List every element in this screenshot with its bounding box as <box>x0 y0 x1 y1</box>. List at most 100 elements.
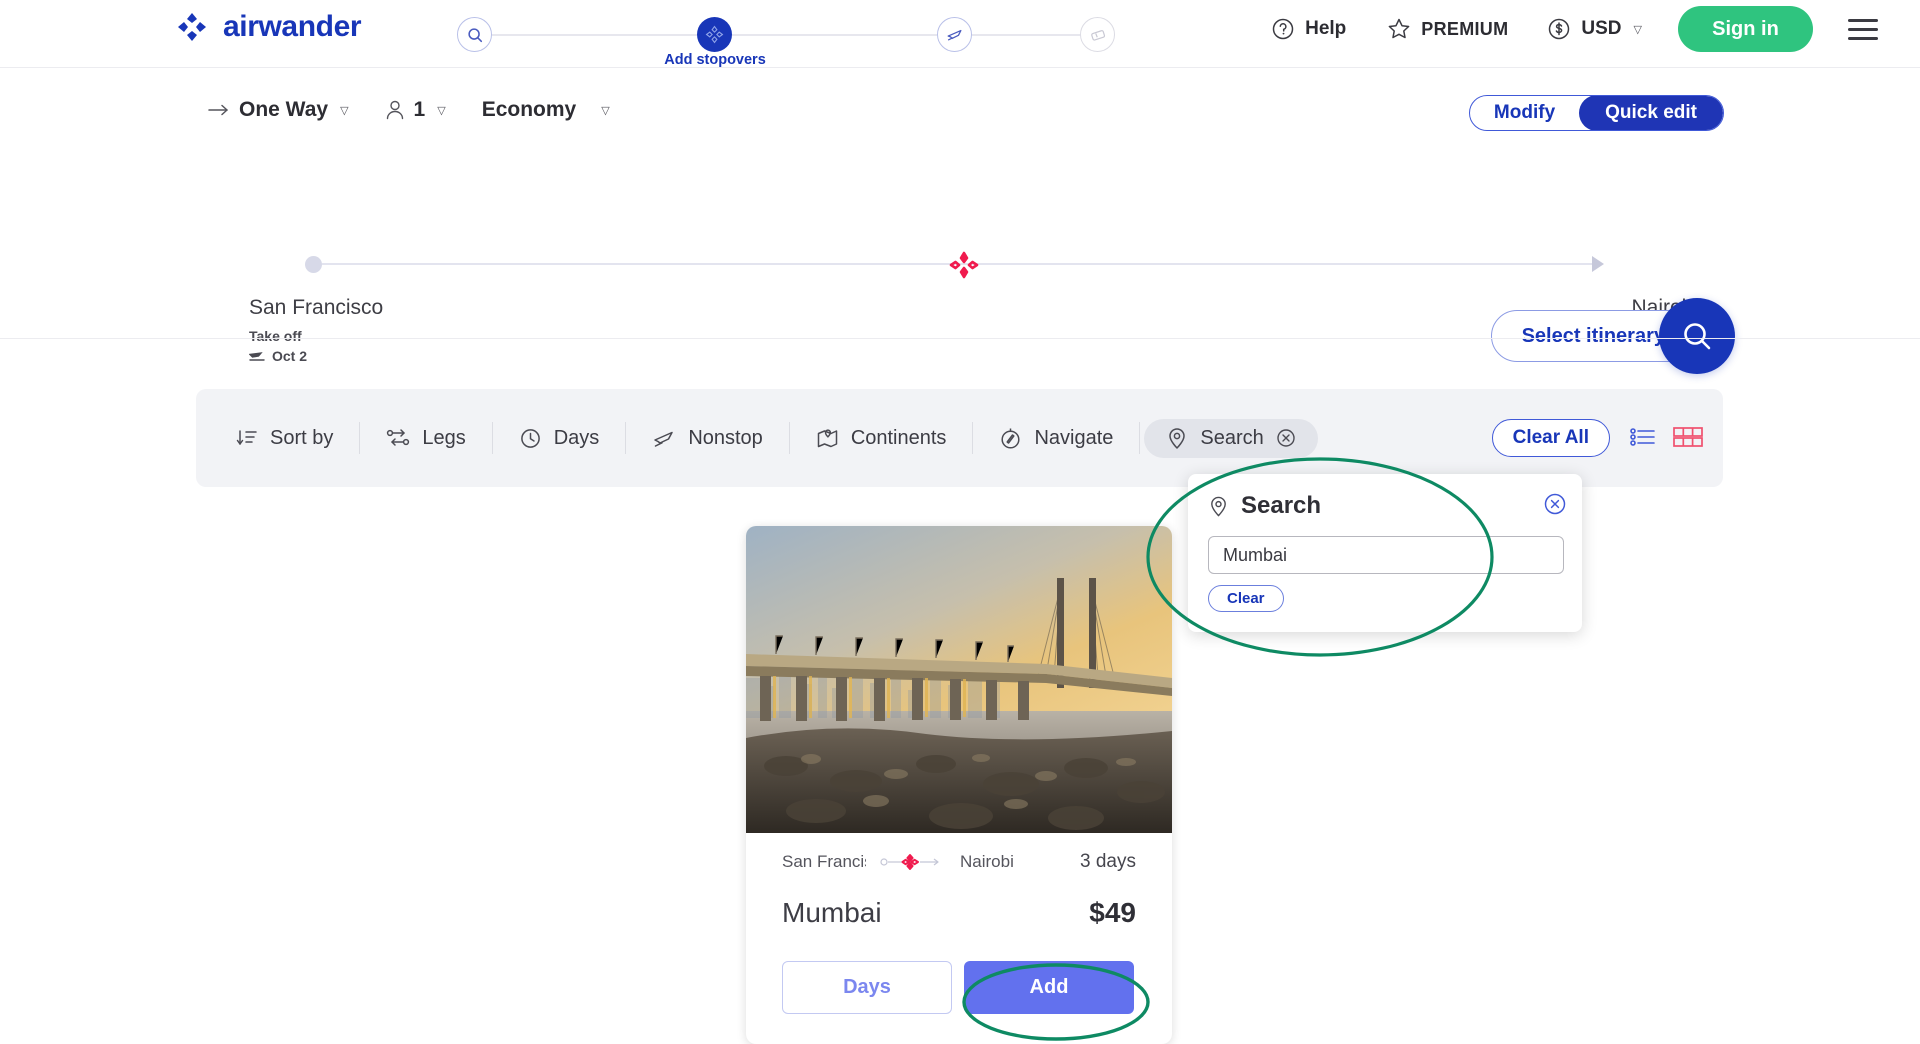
search-fab-button[interactable] <box>1659 298 1735 374</box>
filter-separator <box>625 422 627 454</box>
airplane-icon <box>652 427 676 450</box>
card-title-row: Mumbai $49 <box>782 897 1136 929</box>
nav-right-group: Help PREMIUM USD ▽ Sign in <box>1270 0 1920 58</box>
filter-days[interactable]: Days <box>497 419 622 458</box>
card-actions: Days Add <box>782 961 1136 1014</box>
filter-nonstop[interactable]: Nonstop <box>630 419 785 458</box>
sign-in-button[interactable]: Sign in <box>1678 6 1813 52</box>
stepper-line-2 <box>732 34 937 36</box>
person-icon <box>385 99 405 121</box>
chevron-down-icon: ▽ <box>601 104 610 117</box>
takeoff-info: Take off Oct 2 <box>249 328 307 364</box>
filter-navigate[interactable]: Navigate <box>977 419 1135 458</box>
card-city-name: Mumbai <box>782 897 882 928</box>
route-origin-label: San Francisco <box>249 296 384 319</box>
section-divider <box>0 338 1920 339</box>
card-route-summary: San Francis Nairobi 3 days <box>782 851 1136 873</box>
sort-icon <box>236 427 258 449</box>
stepper-step-flights[interactable] <box>937 17 972 52</box>
clock-icon <box>519 427 542 450</box>
stepper-step-booking[interactable] <box>1080 17 1115 52</box>
filter-separator <box>788 422 790 454</box>
filter-label: Days <box>553 426 600 449</box>
currency-label: USD <box>1581 18 1622 39</box>
takeoff-date: Oct 2 <box>272 348 308 364</box>
premium-label: PREMIUM <box>1421 18 1509 39</box>
currency-selector[interactable]: USD ▽ <box>1546 16 1642 42</box>
brand-name: airwander <box>223 10 362 43</box>
filter-search[interactable]: Search <box>1144 418 1318 458</box>
filter-legs[interactable]: Legs <box>364 419 487 458</box>
route-destination-arrow <box>1592 256 1604 272</box>
arrow-right-icon <box>208 103 230 117</box>
view-mode-toggles <box>1629 425 1703 449</box>
destination-photo <box>746 526 1172 833</box>
filter-separator <box>359 422 361 454</box>
stopover-result-card[interactable]: San Francis Nairobi 3 days Mumbai $49 Da… <box>746 526 1172 1044</box>
premium-button[interactable]: PREMIUM <box>1386 16 1508 42</box>
filter-items-group: Sort by Legs Days Nonstop Continents Nav… <box>214 389 1318 487</box>
chevron-down-icon: ▽ <box>1633 23 1642 36</box>
search-popover-title: Search <box>1241 492 1322 519</box>
takeoff-plane-icon <box>249 350 266 362</box>
filter-label: Navigate <box>1034 426 1114 449</box>
magnifier-icon <box>1679 318 1715 354</box>
clear-all-button[interactable]: Clear All <box>1491 419 1610 457</box>
trip-summary-section: One Way ▽ 1 ▽ Economy ▽ Modify Quick edi… <box>0 68 1920 364</box>
modify-button[interactable]: Modify <box>1470 96 1579 130</box>
ticket-icon <box>1089 26 1107 44</box>
progress-stepper: Add stopovers <box>455 8 1115 68</box>
search-clear-button[interactable]: Clear <box>1208 585 1284 612</box>
stepper-step-search[interactable] <box>457 17 492 52</box>
location-pin-icon <box>1166 427 1188 450</box>
location-pin-icon <box>1208 495 1229 518</box>
card-price: $49 <box>1089 897 1136 928</box>
search-popover-header: Search <box>1208 492 1321 520</box>
filter-separator <box>972 422 974 454</box>
filter-label: Legs <box>422 426 466 449</box>
brand-logo-link[interactable]: airwander <box>175 10 362 44</box>
trip-options-group: One Way ▽ 1 ▽ Economy ▽ <box>208 98 610 122</box>
stopover-diamond-icon <box>705 25 724 44</box>
filter-continents[interactable]: Continents <box>794 419 969 458</box>
card-add-button[interactable]: Add <box>964 961 1134 1014</box>
chevron-down-icon: ▽ <box>437 104 446 117</box>
close-icon[interactable] <box>1543 492 1567 516</box>
filter-label: Nonstop <box>688 426 763 449</box>
circle-x-icon[interactable] <box>1276 428 1296 448</box>
stepper-step-add-stopovers[interactable] <box>697 17 732 52</box>
edit-mode-toggle: Modify Quick edit <box>1468 95 1724 131</box>
stopover-diamond-marker-icon[interactable] <box>947 251 981 279</box>
card-days-button[interactable]: Days <box>782 961 952 1014</box>
filter-sort-by[interactable]: Sort by <box>214 419 355 458</box>
passenger-count-selector[interactable]: 1 ▽ <box>385 98 446 122</box>
help-button[interactable]: Help <box>1270 16 1346 42</box>
chevron-down-icon: ▽ <box>340 104 349 117</box>
card-destination: Nairobi <box>960 852 1014 871</box>
question-mark-icon <box>1270 16 1296 42</box>
card-mini-route-icon <box>880 853 946 871</box>
star-icon <box>1386 16 1412 42</box>
cabin-class-selector[interactable]: Economy ▽ <box>482 98 610 122</box>
help-label: Help <box>1305 18 1347 39</box>
airwander-diamond-logo-icon <box>175 10 209 44</box>
quick-edit-button[interactable]: Quick edit <box>1579 96 1723 130</box>
card-body: San Francis Nairobi 3 days Mumbai $49 Da… <box>746 833 1172 1014</box>
map-pin-fold-icon <box>816 427 839 450</box>
search-input[interactable] <box>1208 536 1564 574</box>
filter-label: Search <box>1200 426 1264 449</box>
hamburger-menu-icon[interactable] <box>1848 18 1878 40</box>
stepper-label-add-stopovers: Add stopovers <box>664 52 766 68</box>
grid-view-icon[interactable] <box>1673 425 1703 449</box>
trip-type-selector[interactable]: One Way ▽ <box>208 98 349 122</box>
filter-toolbar: Sort by Legs Days Nonstop Continents Nav… <box>196 389 1723 487</box>
route-origin-dot <box>305 256 322 273</box>
top-navigation-bar: airwander Add stopovers Help PREMIUM USD… <box>0 0 1920 68</box>
search-popover: Search Clear <box>1188 474 1582 632</box>
airplane-icon <box>945 25 964 44</box>
takeoff-date-row: Oct 2 <box>249 348 307 364</box>
card-duration: 3 days <box>1080 851 1136 872</box>
legs-icon <box>386 427 410 449</box>
filter-separator <box>491 422 493 454</box>
list-view-icon[interactable] <box>1629 425 1657 449</box>
